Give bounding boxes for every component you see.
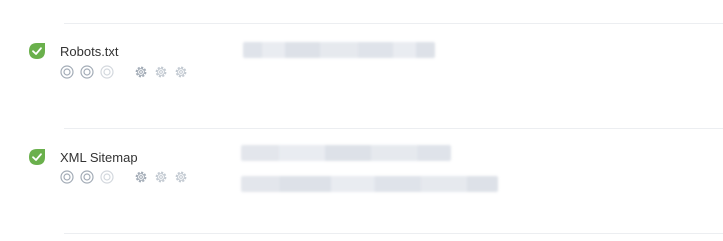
check-title[interactable]: XML Sitemap [60,150,138,165]
target-faded-icon[interactable] [100,65,114,79]
gear-icon[interactable] [134,65,148,79]
check-leaf-icon [29,149,45,165]
gear-icon[interactable] [134,170,148,184]
target-faded-icon[interactable] [100,170,114,184]
redacted-value [241,176,498,192]
gear-icon[interactable] [154,65,168,79]
row-divider [64,23,723,24]
target-icon[interactable] [80,170,94,184]
target-icon[interactable] [60,65,74,79]
tool-icons [60,65,200,81]
row-divider [64,128,723,129]
gear-faded-icon[interactable] [174,170,188,184]
redacted-value [241,145,451,161]
gear-icon[interactable] [154,170,168,184]
target-icon[interactable] [80,65,94,79]
row-divider [64,233,723,234]
redacted-value [243,42,435,58]
check-title[interactable]: Robots.txt [60,44,119,59]
target-icon[interactable] [60,170,74,184]
gear-faded-icon[interactable] [174,65,188,79]
check-leaf-icon [29,43,45,59]
tool-icons [60,170,200,186]
